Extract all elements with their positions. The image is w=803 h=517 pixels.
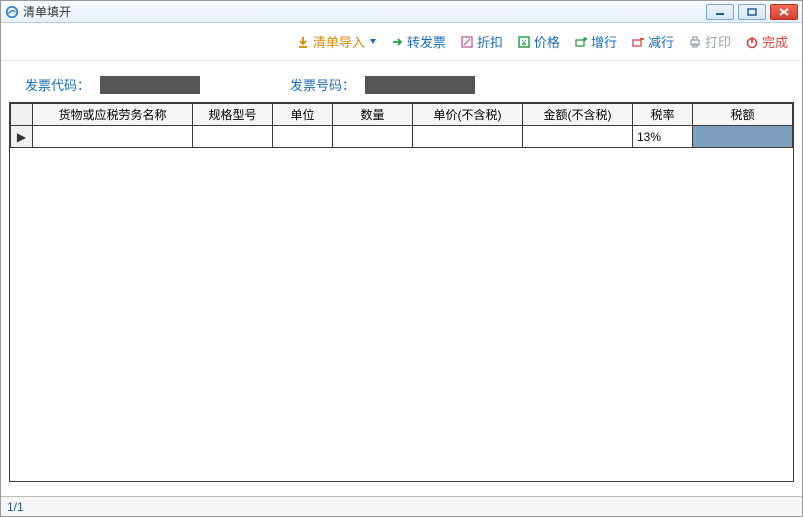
col-spec[interactable]: 规格型号 bbox=[193, 104, 273, 126]
price-icon: ¥ bbox=[517, 35, 531, 49]
cell-unit-price[interactable] bbox=[413, 126, 523, 148]
price-button[interactable]: ¥ 价格 bbox=[517, 32, 560, 51]
cell-tax-rate[interactable]: 13% bbox=[633, 126, 693, 148]
to-invoice-label: 转发票 bbox=[407, 32, 446, 51]
finish-label: 完成 bbox=[762, 32, 788, 51]
titlebar: 清单填开 bbox=[1, 1, 802, 23]
power-icon bbox=[745, 35, 759, 49]
toolbar: 清单导入 转发票 折扣 ¥ 价格 增行 减行 打印 bbox=[1, 23, 802, 61]
cell-amount[interactable] bbox=[523, 126, 633, 148]
col-unit[interactable]: 单位 bbox=[273, 104, 333, 126]
invoice-info-row: 发票代码： 发票号码： bbox=[1, 61, 802, 100]
close-button[interactable] bbox=[770, 4, 798, 20]
table-row[interactable]: ▶ 13% bbox=[11, 126, 793, 148]
invoice-number-value bbox=[365, 76, 475, 94]
minimize-button[interactable] bbox=[706, 4, 734, 20]
col-amount[interactable]: 金额(不含税) bbox=[523, 104, 633, 126]
discount-button[interactable]: 折扣 bbox=[460, 32, 503, 51]
print-button[interactable]: 打印 bbox=[688, 32, 731, 51]
grid-header-row: 货物或应税劳务名称 规格型号 单位 数量 单价(不含税) 金额(不含税) 税率 … bbox=[11, 104, 793, 126]
print-icon bbox=[688, 35, 702, 49]
cell-qty[interactable] bbox=[333, 126, 413, 148]
invoice-code-label: 发票代码： bbox=[25, 75, 90, 94]
app-icon bbox=[5, 5, 19, 19]
page-indicator: 1/1 bbox=[7, 500, 24, 514]
cell-name[interactable] bbox=[33, 126, 193, 148]
invoice-number-label: 发票号码： bbox=[290, 75, 355, 94]
window-title: 清单填开 bbox=[23, 3, 71, 20]
add-row-button[interactable]: 增行 bbox=[574, 32, 617, 51]
to-invoice-icon bbox=[390, 35, 404, 49]
price-label: 价格 bbox=[534, 32, 560, 51]
discount-label: 折扣 bbox=[477, 32, 503, 51]
dropdown-caret-icon bbox=[370, 39, 376, 44]
cell-tax-amount[interactable] bbox=[693, 126, 793, 148]
grid-corner bbox=[11, 104, 33, 126]
import-button[interactable]: 清单导入 bbox=[296, 32, 376, 51]
import-label: 清单导入 bbox=[313, 32, 365, 51]
del-row-icon bbox=[631, 35, 645, 49]
invoice-code-value bbox=[100, 76, 200, 94]
discount-icon bbox=[460, 35, 474, 49]
maximize-button[interactable] bbox=[738, 4, 766, 20]
finish-button[interactable]: 完成 bbox=[745, 32, 788, 51]
row-marker: ▶ bbox=[11, 126, 33, 148]
del-row-button[interactable]: 减行 bbox=[631, 32, 674, 51]
cell-spec[interactable] bbox=[193, 126, 273, 148]
del-row-label: 减行 bbox=[648, 32, 674, 51]
col-unit-price[interactable]: 单价(不含税) bbox=[413, 104, 523, 126]
svg-text:¥: ¥ bbox=[520, 38, 527, 48]
col-name[interactable]: 货物或应税劳务名称 bbox=[33, 104, 193, 126]
print-label: 打印 bbox=[705, 32, 731, 51]
to-invoice-button[interactable]: 转发票 bbox=[390, 32, 446, 51]
cell-unit[interactable] bbox=[273, 126, 333, 148]
col-qty[interactable]: 数量 bbox=[333, 104, 413, 126]
grid-empty-area[interactable] bbox=[10, 148, 793, 482]
status-bar: 1/1 bbox=[1, 496, 802, 516]
import-icon bbox=[296, 35, 310, 49]
col-tax-rate[interactable]: 税率 bbox=[633, 104, 693, 126]
add-row-icon bbox=[574, 35, 588, 49]
add-row-label: 增行 bbox=[591, 32, 617, 51]
col-tax-amount[interactable]: 税额 bbox=[693, 104, 793, 126]
window-controls bbox=[706, 4, 798, 20]
data-grid[interactable]: 货物或应税劳务名称 规格型号 单位 数量 单价(不含税) 金额(不含税) 税率 … bbox=[9, 102, 794, 482]
